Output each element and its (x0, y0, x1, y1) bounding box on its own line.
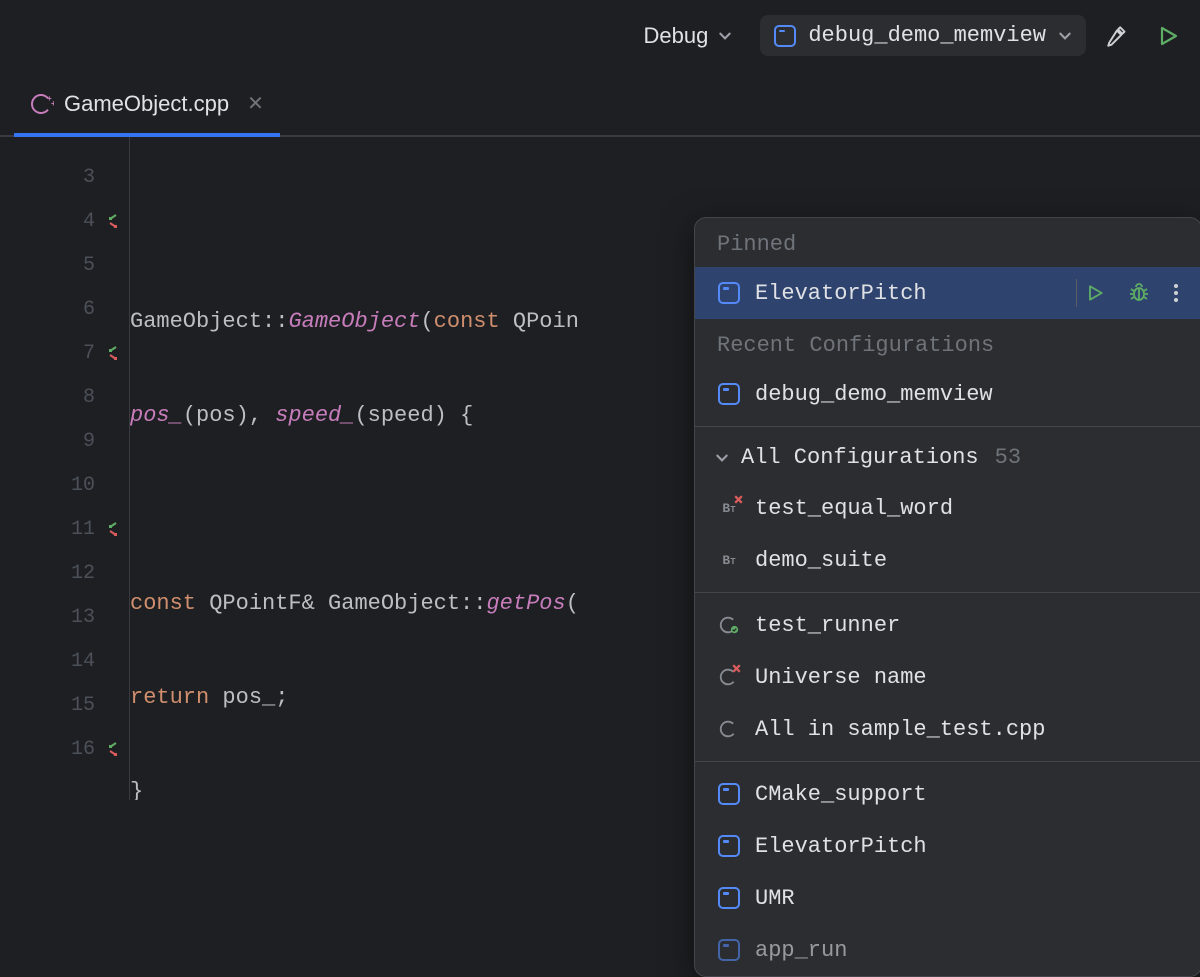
separator (695, 761, 1200, 762)
item-actions (1076, 279, 1179, 307)
config-item-cmake-support[interactable]: CMake_support (695, 768, 1200, 820)
line-number: 7 (0, 331, 129, 375)
all-configs-expander[interactable]: All Configurations 53 (695, 433, 1200, 482)
app-icon (774, 25, 796, 47)
vcs-marker-icon (101, 340, 127, 366)
chevron-down-icon (1058, 29, 1072, 43)
line-number: 12 (0, 551, 129, 595)
line-number: 4 (0, 199, 129, 243)
config-item-debug-demo-memview[interactable]: debug_demo_memview (695, 368, 1200, 420)
line-number: 5 (0, 243, 129, 287)
bug-icon[interactable] (1127, 281, 1151, 305)
line-number: 6 (0, 287, 129, 331)
cpp-file-icon: + + (30, 92, 54, 116)
tab-label: GameObject.cpp (64, 91, 229, 117)
svg-text:+: + (51, 99, 54, 108)
separator (695, 426, 1200, 427)
app-icon (717, 382, 741, 406)
catch-test-icon (717, 613, 741, 637)
hammer-icon (1105, 23, 1131, 49)
play-icon[interactable] (1085, 283, 1105, 303)
pinned-header: Pinned (695, 218, 1200, 267)
catch-test-icon (717, 665, 741, 689)
app-icon (717, 281, 741, 305)
line-number: 16 (0, 727, 129, 771)
close-icon[interactable]: ✕ (247, 91, 264, 116)
build-button[interactable] (1104, 22, 1132, 50)
line-number: 3 (0, 155, 129, 199)
vcs-marker-icon (101, 208, 127, 234)
config-item-elevatorpitch[interactable]: ElevatorPitch (695, 267, 1200, 319)
chevron-down-icon (718, 29, 732, 43)
line-number: 8 (0, 375, 129, 419)
recent-header: Recent Configurations (695, 319, 1200, 368)
boost-test-icon: BT (717, 548, 741, 572)
editor-tabs: + + GameObject.cpp ✕ (0, 72, 1200, 137)
build-config-label: Debug (644, 23, 709, 49)
code-editor[interactable]: 3 4 5 6 7 8 9 10 11 12 13 14 15 16 (0, 137, 1200, 800)
line-number: 10 (0, 463, 129, 507)
config-item-umr[interactable]: UMR (695, 872, 1200, 924)
config-item-all-sample-test[interactable]: All in sample_test.cpp (695, 703, 1200, 755)
config-item-universe-name[interactable]: Universe name (695, 651, 1200, 703)
line-number: 11 (0, 507, 129, 551)
config-item-app-run[interactable]: app_run (695, 924, 1200, 976)
separator (695, 592, 1200, 593)
line-number: 13 (0, 595, 129, 639)
toolbar-actions (1104, 22, 1182, 50)
main-toolbar: Debug debug_demo_memview (0, 0, 1200, 72)
run-config-label: debug_demo_memview (808, 23, 1046, 48)
tab-gameobject-cpp[interactable]: + + GameObject.cpp ✕ (14, 72, 280, 135)
editor-gutter: 3 4 5 6 7 8 9 10 11 12 13 14 15 16 (0, 137, 130, 800)
boost-test-icon: BT (717, 496, 741, 520)
config-item-test-equal-word[interactable]: BT test_equal_word (695, 482, 1200, 534)
run-config-selector[interactable]: debug_demo_memview (760, 15, 1086, 56)
line-number: 9 (0, 419, 129, 463)
config-item-demo-suite[interactable]: BT demo_suite (695, 534, 1200, 586)
app-icon (717, 886, 741, 910)
vcs-marker-icon (101, 736, 127, 762)
catch-test-icon (717, 717, 741, 741)
run-config-popup: Pinned ElevatorPitch Recent Configuratio… (694, 217, 1200, 977)
play-icon (1156, 24, 1180, 48)
run-button[interactable] (1154, 22, 1182, 50)
vcs-marker-icon (101, 516, 127, 542)
app-icon (717, 834, 741, 858)
line-number: 15 (0, 683, 129, 727)
config-item-elevatorpitch-2[interactable]: ElevatorPitch (695, 820, 1200, 872)
build-config-selector[interactable]: Debug (634, 17, 743, 55)
line-number: 14 (0, 639, 129, 683)
config-item-test-runner[interactable]: test_runner (695, 599, 1200, 651)
more-icon[interactable] (1173, 283, 1179, 303)
app-icon (717, 938, 741, 962)
app-icon (717, 782, 741, 806)
chevron-down-icon (715, 451, 729, 465)
